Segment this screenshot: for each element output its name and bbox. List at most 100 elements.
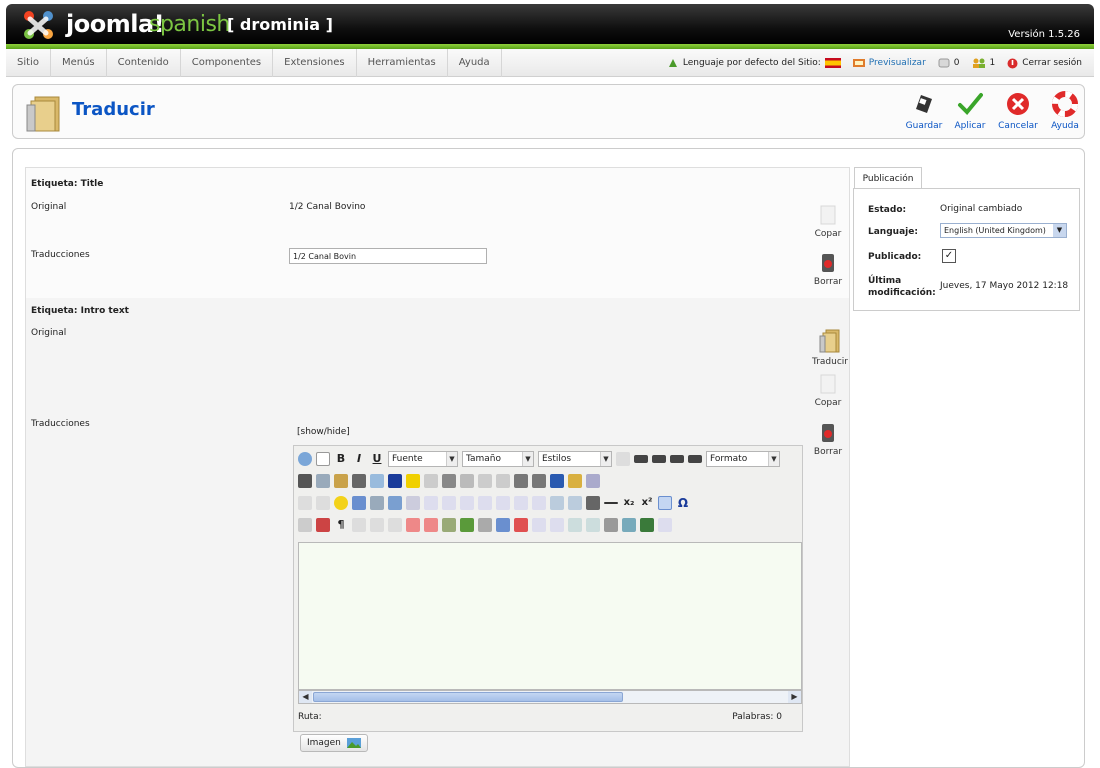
text-color-icon[interactable] [388, 474, 402, 488]
published-checkbox[interactable]: ✓ [942, 249, 956, 263]
users-count[interactable]: 1 [972, 58, 995, 68]
layer-forward-icon[interactable] [550, 518, 564, 532]
title-translation-input[interactable] [289, 248, 487, 264]
spellcheck-icon[interactable] [496, 518, 510, 532]
merge-cells-icon[interactable] [550, 496, 564, 510]
logout-link[interactable]: Cerrar sesión [1007, 58, 1082, 69]
edit-icon[interactable] [388, 496, 402, 510]
styles-select[interactable]: Estilos ▼ [538, 451, 612, 467]
omega-icon[interactable]: Ω [676, 496, 690, 510]
preview-icon[interactable] [370, 496, 384, 510]
new-document-icon[interactable] [316, 452, 330, 466]
horizontal-rule-icon[interactable] [604, 502, 618, 504]
menu-item-contenido[interactable]: Contenido [107, 49, 181, 77]
strikethrough-icon[interactable] [616, 452, 630, 466]
menu-item-sitio[interactable]: Sitio [6, 49, 51, 77]
rtl-icon[interactable] [316, 496, 330, 510]
styleprops-icon[interactable] [298, 518, 312, 532]
undo-icon[interactable] [478, 474, 492, 488]
image-icon[interactable] [460, 518, 474, 532]
ins-icon[interactable] [424, 518, 438, 532]
align-center-icon[interactable] [652, 455, 666, 463]
anchor-icon[interactable] [550, 474, 564, 488]
save-button[interactable]: Guardar [901, 91, 947, 131]
underline-icon[interactable]: U [370, 452, 384, 466]
row-before-icon[interactable] [460, 496, 474, 510]
copy-intro-button[interactable]: Copar [808, 373, 848, 408]
align-left-icon[interactable] [634, 455, 648, 463]
font-select[interactable]: Fuente ▼ [388, 451, 458, 467]
menu-item-menus[interactable]: Menús [51, 49, 107, 77]
scroll-right-icon[interactable]: ▶ [788, 691, 801, 703]
align-right-icon[interactable] [670, 455, 684, 463]
char-map-icon[interactable] [658, 496, 672, 510]
outdent-icon[interactable] [442, 474, 456, 488]
editor-content-area[interactable] [298, 542, 802, 690]
insert-image-button[interactable]: Imagen [300, 734, 368, 752]
messages-count[interactable]: 0 [938, 58, 960, 68]
blockquote-icon[interactable] [658, 518, 672, 532]
menu-item-extensiones[interactable]: Extensiones [273, 49, 357, 77]
table-icon[interactable] [424, 496, 438, 510]
menu-item-componentes[interactable]: Componentes [181, 49, 274, 77]
layer-icon[interactable] [532, 518, 546, 532]
abbr-icon[interactable] [370, 518, 384, 532]
find-icon[interactable] [352, 474, 366, 488]
editor-horizontal-scrollbar[interactable]: ◀ ▶ [298, 690, 802, 704]
preview-link[interactable]: Previsualizar [852, 58, 926, 68]
paste-icon[interactable] [334, 474, 348, 488]
cleanup-icon[interactable] [568, 474, 582, 488]
col-before-icon[interactable] [496, 496, 510, 510]
show-hide-toggle[interactable]: [show/hide] [297, 427, 350, 437]
visual-aid-icon[interactable] [622, 518, 636, 532]
size-select[interactable]: Tamaño ▼ [462, 451, 534, 467]
delete-col-icon[interactable] [532, 496, 546, 510]
col-after-icon[interactable] [514, 496, 528, 510]
help-icon[interactable] [298, 452, 312, 466]
superscript-icon[interactable]: x² [640, 496, 654, 510]
align-justify-icon[interactable] [688, 455, 702, 463]
fullscreen-icon[interactable] [640, 518, 654, 532]
tab-publicacion[interactable]: Publicación [854, 167, 922, 189]
bullet-list-icon[interactable] [532, 474, 546, 488]
pilcrow-icon[interactable]: ¶ [334, 518, 348, 532]
language-select[interactable]: English (United Kingdom) ▼ [940, 223, 1067, 238]
save-doc-icon[interactable] [604, 518, 618, 532]
indent-icon[interactable] [460, 474, 474, 488]
copy-icon[interactable] [316, 474, 330, 488]
menu-item-ayuda[interactable]: Ayuda [448, 49, 502, 77]
highlight-color-icon[interactable] [406, 474, 420, 488]
cut-icon[interactable] [298, 474, 312, 488]
print-icon[interactable] [586, 496, 600, 510]
menu-item-herramientas[interactable]: Herramientas [357, 49, 448, 77]
link-icon[interactable] [478, 518, 492, 532]
italic-icon[interactable]: I [352, 452, 366, 466]
split-cells-icon[interactable] [568, 496, 582, 510]
copy-title-button[interactable]: Copar [808, 204, 848, 239]
clean-icon[interactable] [424, 474, 438, 488]
attribs-icon[interactable] [442, 518, 456, 532]
del-icon[interactable] [406, 518, 420, 532]
scroll-left-icon[interactable]: ◀ [299, 691, 312, 703]
template-icon[interactable] [406, 496, 420, 510]
non-breaking-icon[interactable] [316, 518, 330, 532]
help-button[interactable]: Ayuda [1042, 91, 1088, 131]
ltr-icon[interactable] [298, 496, 312, 510]
numbered-list-icon[interactable] [514, 474, 528, 488]
cite-icon[interactable] [352, 518, 366, 532]
media-icon[interactable] [352, 496, 366, 510]
html-source-icon[interactable] [514, 518, 528, 532]
layer-backward-icon[interactable] [568, 518, 582, 532]
absolute-icon[interactable] [586, 518, 600, 532]
format-select[interactable]: Formato ▼ [706, 451, 780, 467]
delete-intro-button[interactable]: Borrar [808, 422, 848, 457]
row-after-icon[interactable] [478, 496, 492, 510]
redo-icon[interactable] [496, 474, 510, 488]
scrollbar-thumb[interactable] [313, 692, 623, 702]
remove-link-icon[interactable] [586, 474, 600, 488]
replace-icon[interactable] [370, 474, 384, 488]
emoticon-icon[interactable] [334, 496, 348, 510]
bold-icon[interactable]: B [334, 452, 348, 466]
apply-button[interactable]: Aplicar [947, 91, 993, 131]
subscript-icon[interactable]: x₂ [622, 496, 636, 510]
